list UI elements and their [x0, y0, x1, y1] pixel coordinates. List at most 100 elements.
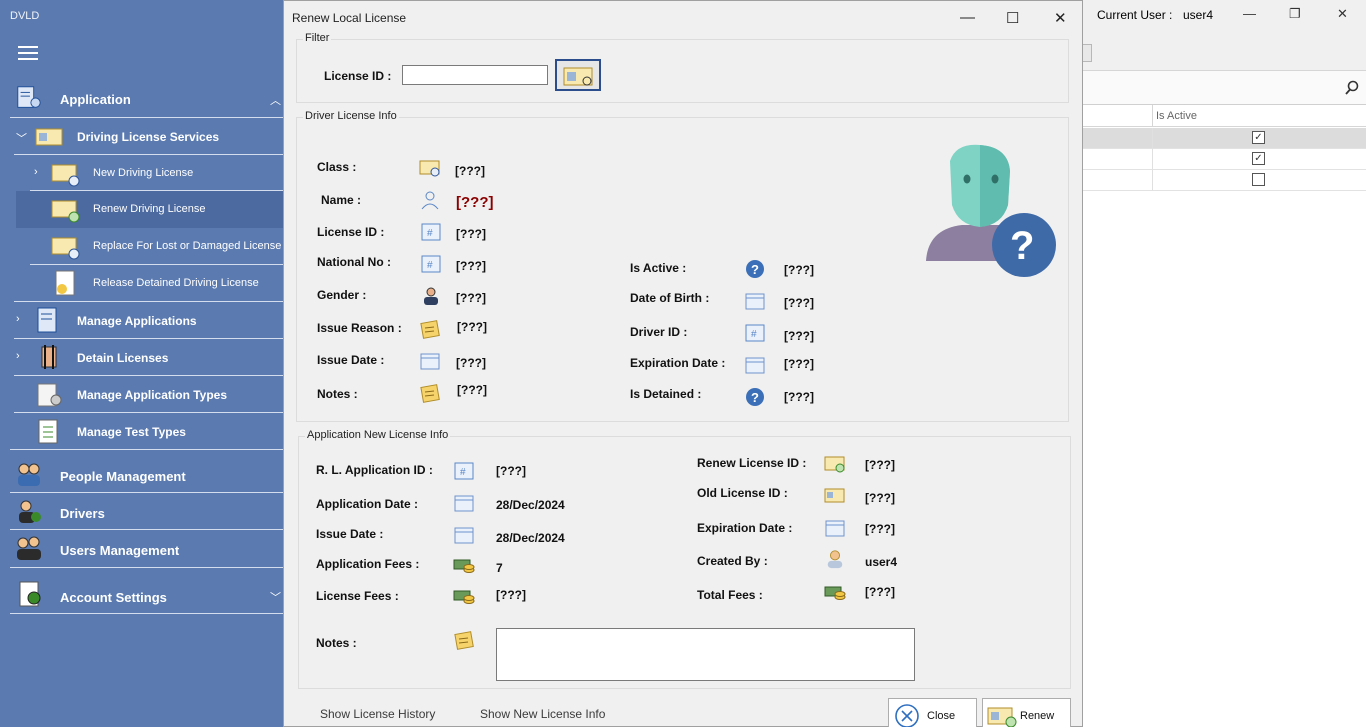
- close-button-label: Close: [927, 710, 956, 722]
- calendar-icon: [745, 293, 765, 310]
- is-active-checkbox[interactable]: ✓: [1252, 152, 1265, 165]
- nav-manage-test-types-label: Manage Test Types: [77, 425, 186, 439]
- nav-driving-license-services[interactable]: ﹀ Driving License Services: [0, 119, 284, 155]
- nav-account-settings[interactable]: Account Settings ﹀: [0, 576, 284, 614]
- close-button[interactable]: Close: [888, 698, 977, 727]
- license-id-label: License ID :: [317, 225, 385, 239]
- driver-license-info-title: Driver License Info: [303, 110, 399, 122]
- nav-application[interactable]: Application ︿: [0, 80, 284, 118]
- current-user-value: user4: [1183, 8, 1214, 22]
- nav-detain-licenses[interactable]: › Detain Licenses: [0, 339, 284, 376]
- hamburger-menu-icon[interactable]: [18, 46, 38, 60]
- table-row[interactable]: ✓: [1082, 128, 1366, 149]
- gender-label: Gender :: [317, 288, 367, 302]
- dialog-close-icon[interactable]: ✕: [1054, 9, 1067, 27]
- unknown-person-avatar: ?: [926, 144, 1056, 277]
- show-license-history-link[interactable]: Show License History: [320, 707, 435, 721]
- created-by-value: user4: [865, 555, 898, 569]
- driver-id-label: Driver ID :: [630, 325, 688, 339]
- app-issue-date-label: Issue Date :: [316, 527, 384, 541]
- nav-release-detained-license-label: Release Detained Driving License: [93, 277, 259, 289]
- svg-text:?: ?: [751, 390, 759, 405]
- svg-text:#: #: [751, 329, 757, 340]
- rl-application-id-value: [???]: [496, 464, 526, 478]
- is-active-label: Is Active :: [630, 261, 687, 275]
- show-new-license-info-link[interactable]: Show New License Info: [480, 707, 605, 721]
- question-icon: ?: [746, 388, 764, 406]
- chevron-right-icon[interactable]: ›: [16, 313, 20, 325]
- nav-drivers[interactable]: Drivers: [0, 493, 284, 530]
- nav-drivers-label: Drivers: [60, 506, 105, 521]
- chevron-down-icon[interactable]: ﹀: [16, 130, 27, 146]
- renew-button[interactable]: Renew: [982, 698, 1071, 727]
- license-id-input[interactable]: [402, 65, 548, 85]
- nav-replace-license-label: Replace For Lost or Damaged License: [93, 240, 282, 252]
- total-fees-value: [???]: [865, 585, 895, 599]
- renew-license-dialog: Renew Local License — ☐ ✕ Filter License…: [283, 0, 1083, 727]
- replace-license-icon: [51, 237, 80, 260]
- grid-header-is-active[interactable]: Is Active: [1156, 110, 1197, 122]
- application-date-value: 28/Dec/2024: [496, 498, 565, 512]
- user-icon: [827, 550, 843, 569]
- driver-id-value: [???]: [784, 329, 814, 343]
- nav-new-driving-license[interactable]: › New Driving License: [0, 155, 284, 191]
- chevron-down-icon[interactable]: ﹀: [270, 589, 281, 605]
- license-card-icon: [824, 488, 845, 503]
- money-icon: [453, 559, 475, 573]
- notes-textarea[interactable]: [496, 628, 915, 681]
- detain-hand-icon: [41, 345, 57, 369]
- nav-renew-driving-license-label: Renew Driving License: [93, 203, 206, 215]
- filter-group-title: Filter: [303, 32, 332, 44]
- money-icon: [453, 590, 475, 604]
- filter-textbox-edge[interactable]: [1082, 44, 1092, 62]
- notes-value: [???]: [457, 383, 487, 397]
- navigation-sidebar: DVLD Application ︿ ﹀ Driving License Ser…: [0, 0, 284, 727]
- calendar-icon: [420, 353, 440, 370]
- national-no-icon: #: [421, 255, 441, 273]
- calendar-icon: [825, 520, 845, 537]
- manage-applications-icon: [37, 307, 57, 333]
- find-license-button[interactable]: [555, 59, 601, 91]
- dialog-maximize-icon[interactable]: ☐: [1006, 9, 1019, 27]
- chevron-right-icon[interactable]: ›: [34, 166, 38, 178]
- nav-people-management-label: People Management: [60, 469, 186, 484]
- chevron-up-icon[interactable]: ︿: [270, 92, 281, 108]
- id-card-icon: #: [421, 223, 441, 241]
- search-icon[interactable]: [1344, 80, 1360, 96]
- minimize-icon[interactable]: —: [1243, 6, 1256, 21]
- is-active-checkbox[interactable]: ✓: [1252, 131, 1265, 144]
- renew-license-icon: [51, 200, 80, 223]
- nav-users-management[interactable]: Users Management: [0, 530, 284, 568]
- svg-text:#: #: [427, 228, 433, 239]
- nav-manage-test-types[interactable]: Manage Test Types: [0, 413, 284, 450]
- table-row[interactable]: ✓: [1082, 149, 1366, 170]
- release-license-icon: [55, 270, 75, 296]
- nav-renew-driving-license[interactable]: Renew Driving License: [16, 191, 284, 228]
- restore-icon[interactable]: ❐: [1289, 6, 1301, 22]
- nav-manage-application-types[interactable]: Manage Application Types: [0, 376, 284, 413]
- table-row[interactable]: [1082, 170, 1366, 191]
- license-fees-value: [???]: [496, 588, 526, 602]
- class-value: [???]: [455, 164, 485, 178]
- nav-people-management[interactable]: People Management: [0, 456, 284, 493]
- data-grid[interactable]: Is Active ✓ ✓: [1082, 104, 1366, 727]
- nav-account-settings-label: Account Settings: [60, 590, 167, 605]
- person-icon: [421, 191, 439, 210]
- question-icon: ?: [746, 260, 764, 278]
- chevron-right-icon[interactable]: ›: [16, 350, 20, 362]
- is-active-checkbox[interactable]: [1252, 173, 1265, 186]
- account-settings-icon: [19, 581, 41, 607]
- nav-release-detained-license[interactable]: Release Detained Driving License: [0, 265, 284, 302]
- dialog-title: Renew Local License: [292, 11, 407, 25]
- nav-replace-license[interactable]: Replace For Lost or Damaged License: [0, 228, 284, 265]
- application-fees-value: 7: [496, 561, 503, 575]
- nav-manage-applications[interactable]: › Manage Applications: [0, 302, 284, 339]
- application-document-icon: [17, 86, 41, 108]
- close-icon[interactable]: ✕: [1337, 6, 1348, 22]
- renew-license-icon: [987, 707, 1017, 727]
- renew-license-id-value: [???]: [865, 458, 895, 472]
- calendar-icon: [745, 357, 765, 374]
- dialog-minimize-icon[interactable]: —: [960, 9, 975, 26]
- calendar-icon: [454, 527, 474, 544]
- old-license-id-label: Old License ID :: [697, 486, 788, 500]
